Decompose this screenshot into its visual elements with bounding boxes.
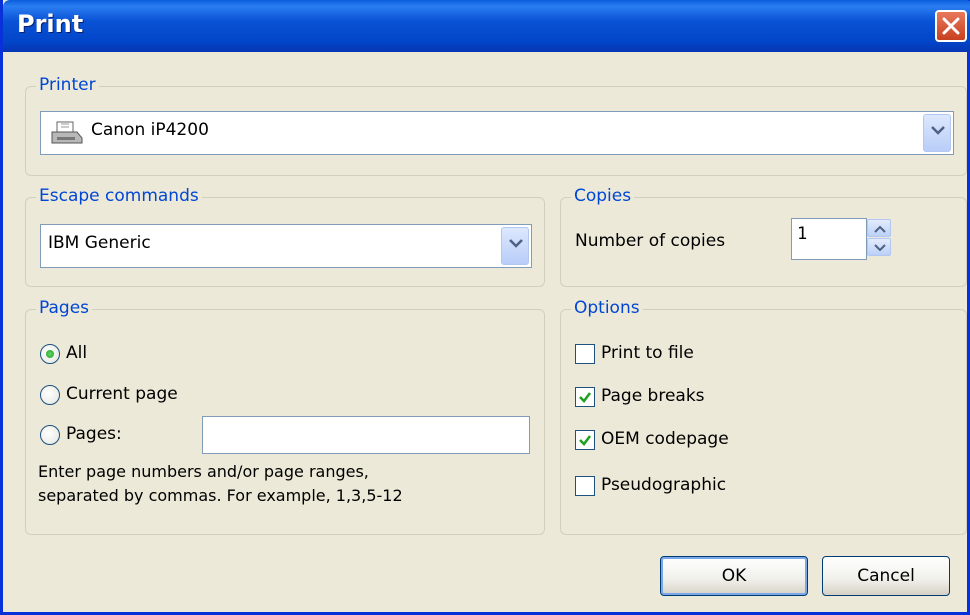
checkbox-page-breaks[interactable] xyxy=(575,387,595,407)
page-range-help: Enter page numbers and/or page ranges, s… xyxy=(38,460,403,508)
copies-legend: Copies xyxy=(571,186,635,206)
copies-group: Copies Number of copies 1 xyxy=(560,186,967,287)
checkbox-pseudographic[interactable] xyxy=(575,476,595,496)
printer-icon xyxy=(51,121,83,144)
checkbox-print-to-file[interactable] xyxy=(575,344,595,364)
checkbox-page-breaks-label[interactable]: Page breaks xyxy=(601,386,705,406)
copies-label: Number of copies xyxy=(575,231,726,251)
print-dialog: Print Printer Canon iP4200 Escape comman… xyxy=(0,0,970,615)
help-line-1: Enter page numbers and/or page ranges, xyxy=(38,462,369,481)
close-button[interactable] xyxy=(935,10,967,42)
checkmark-icon xyxy=(579,435,592,446)
escape-commands-legend: Escape commands xyxy=(36,186,202,206)
printer-selected: Canon iP4200 xyxy=(91,120,209,140)
printer-select[interactable]: Canon iP4200 xyxy=(40,111,954,155)
arrow-up-icon xyxy=(874,225,886,233)
printer-group: Printer Canon iP4200 xyxy=(25,75,967,176)
pages-legend: Pages xyxy=(36,298,93,318)
arrow-down-icon xyxy=(874,244,886,252)
checkmark-icon xyxy=(579,392,592,403)
escape-commands-selected: IBM Generic xyxy=(48,233,151,253)
radio-pages-label[interactable]: Pages: xyxy=(66,424,122,444)
chevron-down-icon xyxy=(509,239,523,248)
copies-stepper[interactable]: 1 xyxy=(791,218,867,260)
printer-dropdown-button[interactable] xyxy=(923,114,951,152)
close-icon xyxy=(942,17,960,35)
escape-commands-select[interactable]: IBM Generic xyxy=(40,224,532,268)
escape-commands-dropdown-button[interactable] xyxy=(501,227,529,265)
ok-button[interactable]: OK xyxy=(660,556,808,596)
radio-all-label[interactable]: All xyxy=(66,343,87,363)
radio-selected-dot xyxy=(46,350,54,358)
copies-increment-button[interactable] xyxy=(867,219,891,237)
checkbox-oem-codepage[interactable] xyxy=(575,430,595,450)
printer-legend: Printer xyxy=(36,75,99,95)
cancel-button[interactable]: Cancel xyxy=(822,556,950,596)
radio-current-page-label[interactable]: Current page xyxy=(66,384,178,404)
title-bar[interactable]: Print xyxy=(3,0,970,52)
options-legend: Options xyxy=(571,298,643,318)
copies-value[interactable]: 1 xyxy=(797,224,807,244)
checkbox-print-to-file-label[interactable]: Print to file xyxy=(601,343,694,363)
radio-all[interactable] xyxy=(40,344,60,364)
checkbox-oem-codepage-label[interactable]: OEM codepage xyxy=(601,429,729,449)
escape-commands-group: Escape commands IBM Generic xyxy=(25,186,545,287)
radio-pages[interactable] xyxy=(40,425,60,445)
help-line-2: separated by commas. For example, 1,3,5-… xyxy=(38,486,403,505)
page-range-input[interactable] xyxy=(202,416,530,454)
radio-current-page[interactable] xyxy=(40,385,60,405)
copies-decrement-button[interactable] xyxy=(867,238,891,256)
checkbox-pseudographic-label[interactable]: Pseudographic xyxy=(601,475,726,495)
pages-group: Pages All Current page Pages: Enter page… xyxy=(25,298,545,535)
chevron-down-icon xyxy=(931,126,945,135)
options-group: Options Print to file Page breaks OEM co… xyxy=(560,298,967,535)
window-title: Print xyxy=(17,10,84,38)
